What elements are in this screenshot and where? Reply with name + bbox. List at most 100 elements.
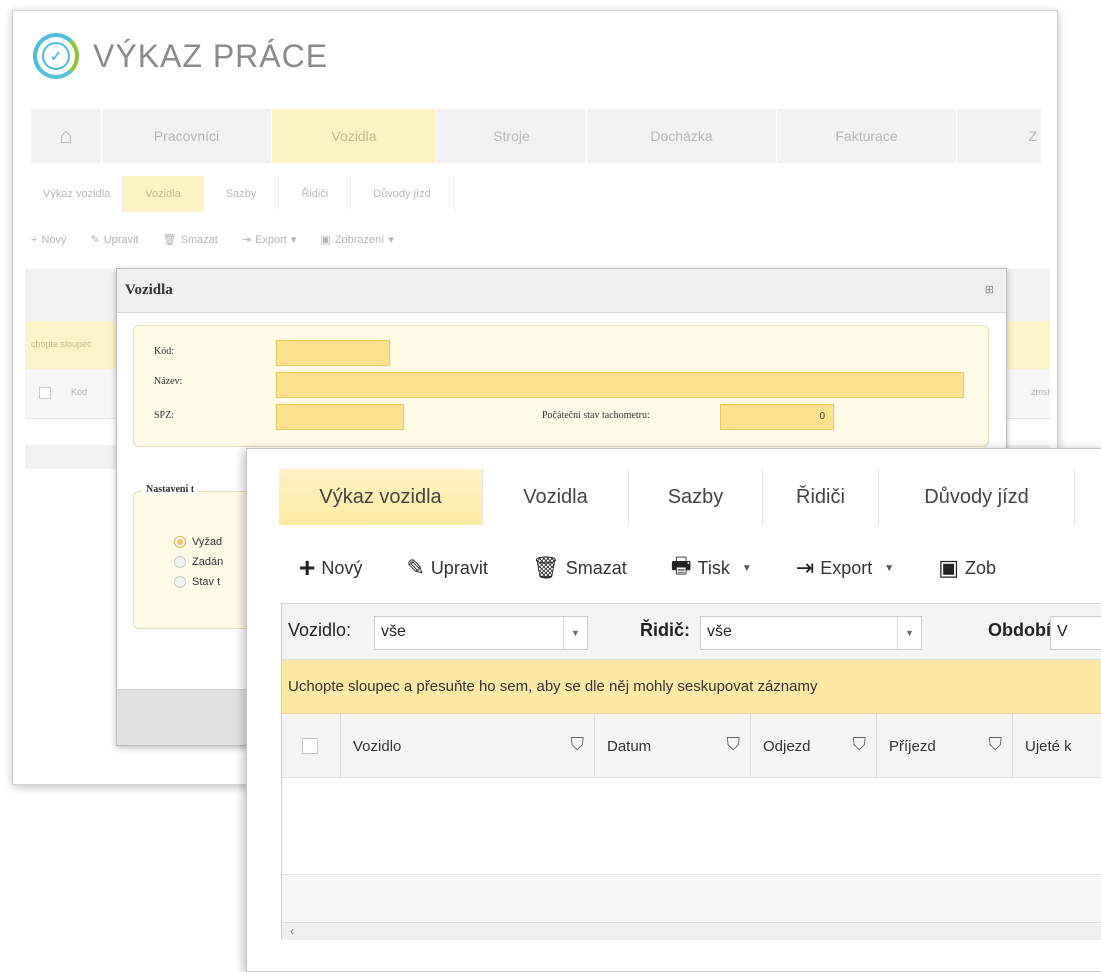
filter-icon[interactable]: ⛉ <box>571 734 585 755</box>
back-export-button[interactable]: ⇥ Export ▾ <box>241 233 297 247</box>
column-label: Vozidlo <box>353 738 402 755</box>
subnav-item-sazby[interactable]: Sazby <box>204 176 280 212</box>
select-all-checkbox[interactable] <box>302 738 318 754</box>
print-label: Tisk <box>697 557 730 578</box>
option-label: Vyžad <box>192 536 223 548</box>
tab-vozidla[interactable]: Vozidla <box>483 469 629 525</box>
tab-duvody-jizd[interactable]: Důvody jízd <box>879 469 1075 525</box>
column-label: Ujeté k <box>1025 738 1072 755</box>
back-delete-button[interactable]: 🗑 Smazat <box>163 233 218 247</box>
view-button[interactable]: ▣ Zob <box>938 555 996 581</box>
grid-footer-row <box>282 874 1101 922</box>
subnav-item-duvody-jizd[interactable]: Důvody jízd <box>351 176 454 212</box>
printer-icon: 🖶 <box>670 553 692 578</box>
delete-button[interactable]: 🗑 Smazat <box>532 555 627 581</box>
back-new-button[interactable]: + Nový <box>31 233 67 246</box>
pencil-icon: ✎ <box>406 555 425 580</box>
column-header-odjezd[interactable]: Odjezd ⛉ <box>750 714 876 778</box>
back-new-label: Nový <box>41 233 67 246</box>
back-view-button[interactable]: ▣ Zobrazení ▾ <box>320 233 394 247</box>
chevron-down-icon: ▾ <box>290 234 297 246</box>
document-icon: ▣ <box>320 234 331 246</box>
nav-item-vozidla[interactable]: Vozidla <box>271 109 436 163</box>
period-filter-label: Období: <box>988 620 1057 640</box>
subnav-item-vozidla[interactable]: Vozidla <box>123 176 204 212</box>
background-group-hint: chopte sloupec <box>31 339 92 349</box>
scroll-left-icon[interactable]: ‹ <box>290 924 294 938</box>
tacho-label: Počáteční stav tachometru: <box>542 410 650 421</box>
chevron-down-icon[interactable]: ▼ <box>563 617 587 649</box>
tab-ridici[interactable]: Řidiči <box>763 469 879 525</box>
nazev-field[interactable] <box>276 372 964 398</box>
pencil-icon: ✎ <box>90 234 100 246</box>
export-icon: ⇥ <box>795 555 815 580</box>
nav-item-fakturace[interactable]: Fakturace <box>776 109 956 163</box>
horizontal-scrollbar[interactable]: ‹ <box>282 922 1101 940</box>
option-vyzad[interactable]: Vyžad <box>174 536 222 548</box>
delete-label: Smazat <box>565 557 627 578</box>
subnav-item-vykaz-vozidla[interactable]: Výkaz vozidla <box>31 176 124 212</box>
view-label: Zob <box>964 557 997 578</box>
tacho-value: 0 <box>819 411 825 422</box>
kod-field[interactable] <box>276 340 390 366</box>
subnav-item-ridici[interactable]: Řidiči <box>279 176 352 212</box>
radio-selected[interactable] <box>174 536 186 548</box>
plus-icon: + <box>299 552 316 583</box>
plus-icon: + <box>31 233 38 246</box>
home-icon[interactable]: ⌂ <box>31 109 101 163</box>
export-icon: ⇥ <box>241 234 252 246</box>
column-label: Datum <box>607 738 652 755</box>
driver-filter-select[interactable]: vše ▼ <box>700 616 922 650</box>
column-header-ujete-km[interactable]: Ujeté k <box>1012 714 1101 778</box>
background-toolbar: + Nový ✎ Upravit 🗑 Smazat ⇥ Export ▾ ▣ Zobraze… <box>31 233 394 247</box>
tab-sazby[interactable]: Sazby <box>629 469 763 525</box>
back-export-label: Export <box>255 233 287 246</box>
dialog-header: Vozidla ⊞ <box>117 269 1006 313</box>
logo-check-icon: ✓ <box>33 33 79 79</box>
export-label: Export <box>820 557 873 578</box>
new-button[interactable]: + Nový <box>299 552 362 584</box>
chevron-down-icon: ▾ <box>388 234 394 246</box>
period-filter-select[interactable]: V <box>1050 616 1101 650</box>
kod-label: Kód: <box>154 346 174 357</box>
tab-bar: Výkaz vozidla Vozidla Sazby Řidiči Důvod… <box>279 469 1075 525</box>
filter-icon[interactable]: ⛉ <box>727 734 741 755</box>
nav-item-more[interactable]: Z <box>956 109 1041 163</box>
nav-item-pracovnici[interactable]: Pracovníci <box>101 109 271 163</box>
filter-icon[interactable]: ⛉ <box>989 734 1003 755</box>
vehicle-form: Kód: Název: SPZ: Počáteční stav tachomet… <box>133 325 989 447</box>
nav-item-dochazka[interactable]: Docházka <box>586 109 776 163</box>
vehicle-filter-select[interactable]: vše ▼ <box>374 616 588 650</box>
vehicle-filter-label: Vozidlo: <box>288 620 352 640</box>
option-label: Zadán <box>192 556 224 568</box>
background-select-all-checkbox[interactable] <box>39 387 51 399</box>
print-button[interactable]: 🖶 Tisk ▼ <box>671 549 752 587</box>
tab-vykaz-vozidla[interactable]: Výkaz vozidla <box>279 469 483 525</box>
vykaz-vozidla-window: Výkaz vozidla Vozidla Sazby Řidiči Důvod… <box>246 448 1101 972</box>
background-col-right: zmst <box>1031 387 1050 397</box>
filter-icon[interactable]: ⛉ <box>853 734 867 755</box>
column-header-vozidlo[interactable]: Vozidlo ⛉ <box>340 714 594 778</box>
tacho-field[interactable]: 0 <box>720 404 834 430</box>
main-toolbar: + Nový ✎ Upravit 🗑 Smazat 🖶 Tisk ▼ ⇥ Export ▼ ▣… <box>299 549 1040 587</box>
back-edit-button[interactable]: ✎ Upravit <box>90 233 139 247</box>
radio[interactable] <box>174 556 186 568</box>
edit-button[interactable]: ✎ Upravit <box>406 555 487 581</box>
option-label: Stav t <box>192 576 221 588</box>
column-header-prijezd[interactable]: Příjezd ⛉ <box>876 714 1012 778</box>
maximize-icon[interactable]: ⊞ <box>985 283 994 296</box>
nav-item-stroje[interactable]: Stroje <box>436 109 586 163</box>
radio[interactable] <box>174 576 186 588</box>
background-col-kod: Kód <box>71 387 88 397</box>
app-title: VÝKAZ PRÁCE <box>93 37 329 74</box>
driver-filter-value: vše <box>707 623 732 640</box>
option-zadan[interactable]: Zadán <box>174 556 223 568</box>
vehicle-filter-value: vše <box>381 623 406 640</box>
filter-row: Vozidlo: vše ▼ Řidič: vše ▼ Období: V <box>282 604 1101 660</box>
column-header-datum[interactable]: Datum ⛉ <box>594 714 750 778</box>
group-by-bar[interactable]: Uchopte sloupec a přesuňte ho sem, aby s… <box>282 660 1101 714</box>
spz-field[interactable] <box>276 404 404 430</box>
option-stav[interactable]: Stav t <box>174 576 220 588</box>
chevron-down-icon[interactable]: ▼ <box>897 617 921 649</box>
export-button[interactable]: ⇥ Export ▼ <box>796 555 894 581</box>
